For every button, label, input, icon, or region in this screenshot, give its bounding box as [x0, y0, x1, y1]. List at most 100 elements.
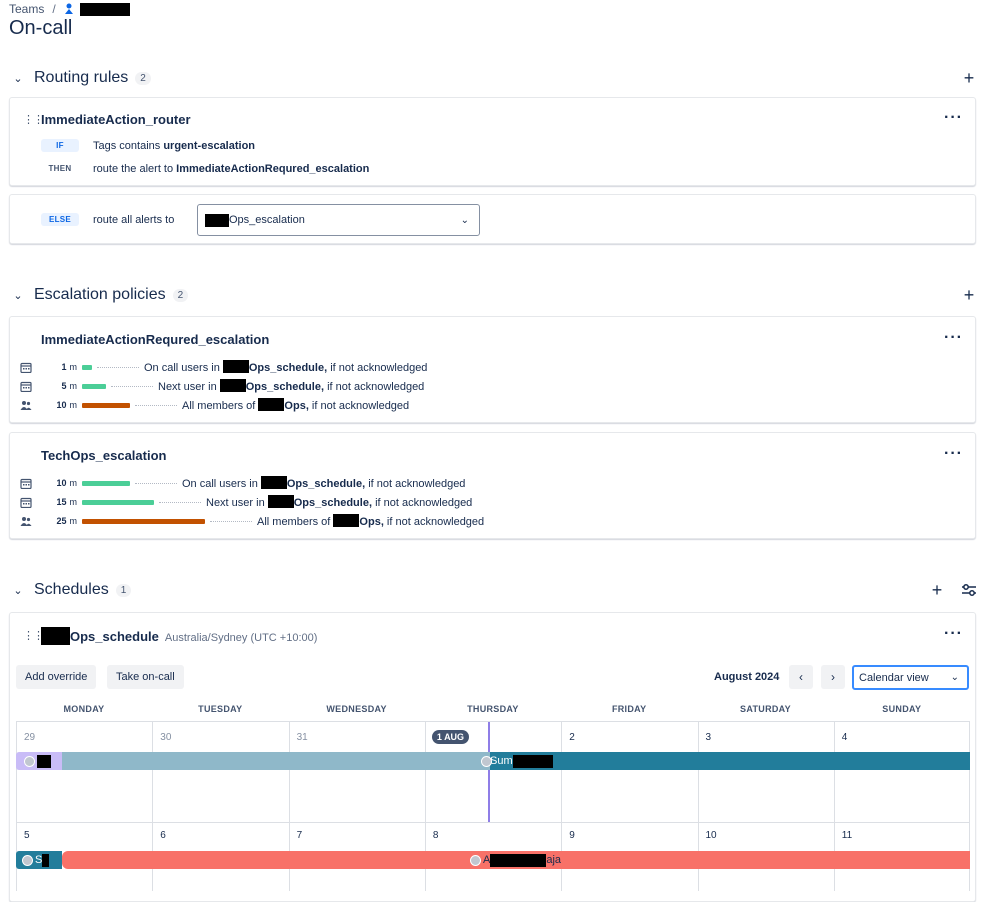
drag-handle-icon[interactable]: ⋮⋮	[23, 629, 44, 642]
people-icon	[20, 400, 32, 410]
avatar	[24, 755, 35, 767]
delay-bar	[82, 480, 130, 486]
if-condition-text: Tags contains	[93, 139, 161, 152]
add-schedule-button[interactable]: +	[929, 581, 945, 599]
schedule-timezone: Australia/Sydney (UTC +10:00)	[164, 632, 318, 644]
oncall-shift[interactable]: S	[16, 851, 62, 869]
shift-user-name: Sum	[490, 755, 513, 767]
schedules-header: ⌄ Schedules 1 +	[9, 578, 977, 602]
redacted-text	[219, 379, 246, 392]
day-number: 5	[24, 830, 30, 841]
calendar-view-select[interactable]: Calendar view ⌄	[852, 665, 969, 690]
day-number: 6	[160, 830, 166, 841]
day-number: 2	[569, 732, 575, 743]
filter-settings-icon[interactable]	[961, 583, 977, 597]
step-target[interactable]: Ops_schedule,	[294, 497, 372, 509]
add-override-button[interactable]: Add override	[16, 665, 97, 689]
routing-rule-card: ⋮⋮ ImmediateAction_router ··· IF Tags co…	[9, 97, 976, 186]
add-routing-rule-button[interactable]: +	[961, 69, 977, 87]
step-target[interactable]: Ops,	[359, 516, 383, 528]
drag-handle-icon[interactable]: ⋮⋮	[23, 113, 44, 126]
routing-else-card: ELSE route all alerts to Ops_escalation …	[9, 194, 976, 244]
weekday-label: TUESDAY	[198, 704, 243, 714]
step-target[interactable]: Ops,	[284, 400, 308, 412]
oncall-shift[interactable]: Sum	[481, 752, 970, 770]
escalation-policy-card: ImmediateActionRequred_escalation ··· 1m…	[9, 316, 976, 423]
weekday-label: THURSDAY	[467, 704, 519, 714]
chevron-down-icon: ⌄	[460, 214, 469, 226]
day-number: 31	[296, 732, 308, 743]
oncall-shift[interactable]	[62, 752, 490, 770]
escalation-step-row: 10 m All members of Ops, if not acknowledg…	[20, 398, 920, 412]
page-title: On-call	[9, 17, 73, 39]
people-icon	[20, 516, 32, 526]
delay-unit: m	[69, 497, 78, 507]
chevron-down-icon[interactable]: ⌄	[9, 584, 27, 597]
today-marker: 1 AUG	[431, 730, 470, 744]
delay-unit: m	[69, 478, 78, 488]
calendar-month-label: August 2024	[714, 671, 780, 683]
more-actions-button[interactable]: ···	[944, 329, 963, 347]
schedules-title: Schedules	[34, 581, 109, 598]
chevron-down-icon[interactable]: ⌄	[9, 72, 27, 85]
then-text: route the alert to	[93, 162, 174, 175]
step-target[interactable]: Ops_schedule,	[246, 381, 324, 393]
day-number: 11	[841, 830, 853, 841]
if-keyword: IF	[41, 139, 79, 152]
shift-user-name: A	[483, 854, 491, 866]
chevron-down-icon[interactable]: ⌄	[9, 289, 27, 302]
step-suffix: if not acknowledged	[383, 516, 485, 528]
previous-month-button[interactable]: ‹	[789, 665, 813, 689]
redacted-text	[205, 213, 229, 227]
day-number: 9	[569, 830, 575, 841]
day-number: 4	[841, 732, 848, 743]
delay-bar	[82, 364, 92, 370]
breadcrumb-separator: /	[52, 2, 56, 16]
more-actions-button[interactable]: ···	[944, 625, 963, 643]
chevron-down-icon: ⌄	[950, 672, 959, 683]
calendar-grid: 29 30 31 1 AUG 2 3 4 5 6 7 8 9 10 11 Sum S Aaja	[16, 721, 970, 891]
dotted-connector	[159, 501, 201, 503]
breadcrumb-teams-link[interactable]: Teams	[9, 2, 44, 16]
delay-minutes: 10 m	[56, 400, 77, 410]
then-keyword: THEN	[48, 164, 72, 173]
shift-user-name: S	[35, 854, 43, 866]
step-suffix: if not acknowledged	[308, 400, 410, 412]
redacted-text	[267, 495, 294, 508]
add-escalation-button[interactable]: +	[961, 286, 977, 304]
chevron-right-icon: ›	[831, 670, 835, 684]
step-target[interactable]: Ops_schedule,	[287, 478, 365, 490]
delay-bar	[82, 402, 130, 408]
day-number: 10	[705, 830, 717, 841]
step-target[interactable]: Ops_schedule,	[249, 362, 327, 374]
more-actions-button[interactable]: ···	[944, 445, 963, 463]
redacted-text	[260, 476, 287, 489]
redacted-text	[42, 853, 50, 867]
day-number: 7	[296, 830, 303, 841]
escalation-step-row: 15 m Next user in Ops_schedule, if not ack…	[20, 495, 920, 509]
escalation-policy-card: TechOps_escalation ··· 10 m On call users …	[9, 432, 976, 539]
more-actions-button[interactable]: ···	[944, 109, 963, 127]
routing-rules-count: 2	[135, 71, 151, 85]
weekday-label: SUNDAY	[882, 704, 922, 714]
else-keyword: ELSE	[41, 213, 79, 226]
take-oncall-button[interactable]: Take on-call	[107, 665, 184, 689]
escalation-step-text: Next user in Ops_schedule, if not acknow…	[206, 495, 472, 509]
step-prefix: On call users in	[182, 478, 261, 490]
delay-minutes: 1m	[61, 362, 77, 372]
then-target: ImmediateActionRequred_escalation	[176, 162, 370, 175]
shift-user-name-suffix: aja	[546, 854, 562, 866]
else-escalation-select[interactable]: Ops_escalation ⌄	[197, 204, 480, 236]
current-time-line	[488, 722, 490, 822]
team-name-redacted[interactable]	[79, 2, 130, 16]
step-suffix: if not acknowledged	[324, 381, 425, 393]
escalation-policy-name: ImmediateActionRequred_escalation	[41, 332, 270, 347]
next-month-button[interactable]: ›	[821, 665, 845, 689]
delay-bar	[82, 383, 106, 389]
else-text: route all alerts to	[93, 213, 175, 226]
oncall-shift[interactable]: Aaja	[62, 851, 970, 869]
oncall-shift[interactable]	[16, 752, 62, 770]
delay-unit: m	[69, 516, 78, 526]
escalation-step-row: 5 m Next user in Ops_schedule, if not ackn…	[20, 379, 920, 393]
step-prefix: All members of	[257, 516, 334, 528]
